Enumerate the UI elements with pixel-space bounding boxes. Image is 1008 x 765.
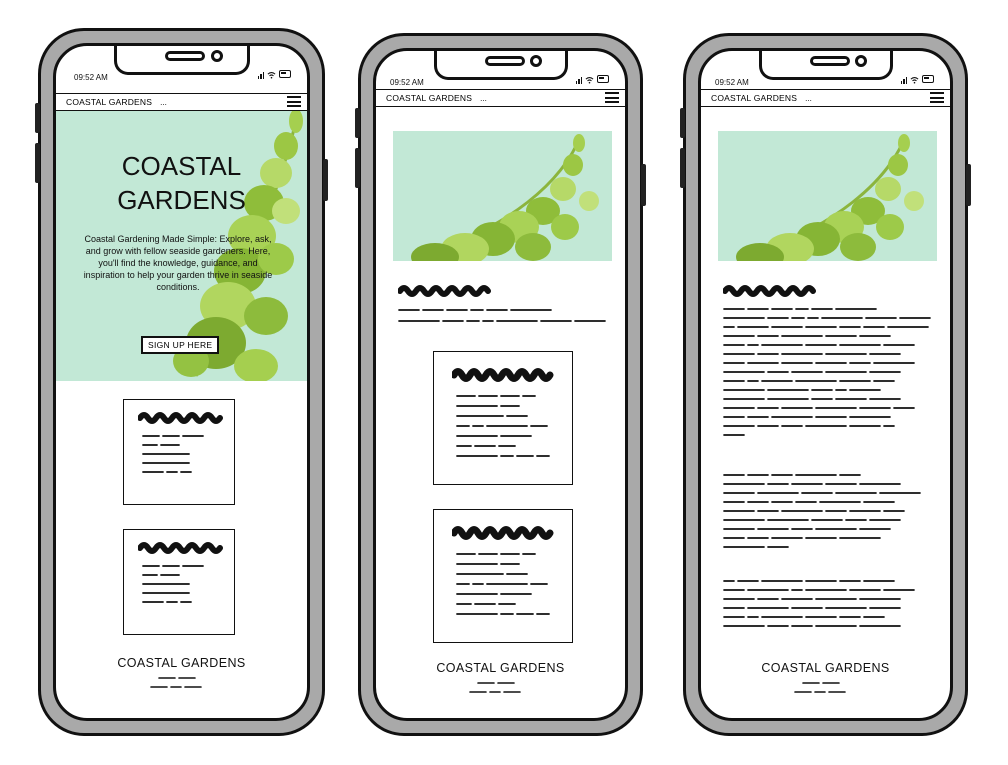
plant-image bbox=[736, 134, 924, 261]
card-text-scribble bbox=[456, 553, 550, 615]
card-heading-scribble bbox=[452, 368, 554, 382]
hero-title: COASTAL GARDENS bbox=[56, 149, 307, 217]
hero-section: COASTAL GARDENS Coastal Gardening Made S… bbox=[56, 111, 307, 381]
status-icons bbox=[257, 70, 291, 79]
hamburger-menu-icon[interactable] bbox=[287, 96, 301, 107]
power-button bbox=[966, 164, 971, 206]
phone-frame-home: 09:52 AM COASTAL GARDENS ... COASTAL GAR… bbox=[35, 28, 328, 736]
card-heading-scribble bbox=[138, 542, 223, 554]
nav-ellipsis: ... bbox=[805, 93, 812, 103]
navbar: COASTAL GARDENS ... bbox=[56, 93, 307, 111]
phone-frame-list: 09:52 AM COASTAL GARDENS ... COASTAL GAR… bbox=[355, 33, 646, 736]
content-card[interactable] bbox=[123, 529, 235, 635]
article-title-scribble bbox=[723, 285, 816, 297]
article-body-scribble-1 bbox=[723, 308, 931, 436]
nav-brand[interactable]: COASTAL GARDENS bbox=[376, 93, 472, 103]
speaker bbox=[165, 51, 205, 61]
hero-title-line-1: COASTAL bbox=[121, 151, 242, 181]
wifi-icon bbox=[910, 76, 919, 84]
signal-icon bbox=[575, 76, 582, 84]
power-button bbox=[641, 164, 646, 206]
screen-article: 09:52 AM COASTAL GARDENS ... COASTAL GAR… bbox=[698, 48, 953, 721]
content-card[interactable] bbox=[433, 509, 573, 643]
notch bbox=[434, 51, 568, 80]
article-body-scribble-2 bbox=[723, 474, 921, 548]
hero-description: Coastal Gardening Made Simple: Explore, … bbox=[83, 234, 273, 292]
status-time: 09:52 AM bbox=[74, 73, 108, 82]
battery-icon bbox=[597, 75, 609, 83]
article-banner bbox=[393, 131, 612, 261]
plant-image bbox=[411, 134, 599, 261]
volume-up-button bbox=[680, 108, 685, 138]
wifi-icon bbox=[267, 71, 276, 79]
volume-down-button bbox=[680, 148, 685, 188]
status-icons bbox=[900, 75, 934, 84]
footer-title: COASTAL GARDENS bbox=[117, 656, 246, 670]
card-text-scribble bbox=[142, 565, 204, 603]
content-card[interactable] bbox=[123, 399, 235, 505]
notch bbox=[759, 51, 893, 80]
battery-icon bbox=[922, 75, 934, 83]
status-icons bbox=[575, 75, 609, 84]
speaker bbox=[485, 56, 525, 66]
navbar: COASTAL GARDENS ... bbox=[376, 89, 625, 107]
card-text-scribble bbox=[456, 395, 550, 457]
volume-down-button bbox=[355, 148, 360, 188]
nav-brand[interactable]: COASTAL GARDENS bbox=[701, 93, 797, 103]
footer-text-scribble bbox=[469, 682, 521, 693]
article-banner bbox=[718, 131, 937, 261]
volume-down-button bbox=[35, 143, 40, 183]
notch bbox=[114, 46, 250, 75]
nav-brand[interactable]: COASTAL GARDENS bbox=[56, 97, 152, 107]
hamburger-menu-icon[interactable] bbox=[605, 92, 619, 103]
article-body-scribble-3 bbox=[723, 580, 915, 627]
status-time: 09:52 AM bbox=[390, 78, 424, 87]
article-summary-scribble bbox=[398, 309, 606, 322]
screen-list: 09:52 AM COASTAL GARDENS ... COASTAL GAR… bbox=[373, 48, 628, 721]
hamburger-menu-icon[interactable] bbox=[930, 92, 944, 103]
signal-icon bbox=[900, 76, 907, 84]
hero-title-line-2: GARDENS bbox=[117, 185, 246, 215]
footer-title: COASTAL GARDENS bbox=[761, 661, 890, 675]
card-text-scribble bbox=[142, 435, 204, 473]
front-camera bbox=[855, 55, 867, 67]
footer-title: COASTAL GARDENS bbox=[436, 661, 565, 675]
volume-up-button bbox=[355, 108, 360, 138]
phone-frame-article: 09:52 AM COASTAL GARDENS ... COASTAL GAR… bbox=[680, 33, 971, 736]
battery-icon bbox=[279, 70, 291, 78]
status-time: 09:52 AM bbox=[715, 78, 749, 87]
signup-button[interactable]: SIGN UP HERE bbox=[141, 336, 220, 354]
speaker bbox=[810, 56, 850, 66]
screen-home: 09:52 AM COASTAL GARDENS ... COASTAL GAR… bbox=[53, 43, 310, 721]
front-camera bbox=[211, 50, 223, 62]
navbar: COASTAL GARDENS ... bbox=[701, 89, 950, 107]
wifi-icon bbox=[585, 76, 594, 84]
nav-ellipsis: ... bbox=[480, 93, 487, 103]
power-button bbox=[323, 159, 328, 201]
nav-ellipsis: ... bbox=[160, 97, 167, 107]
card-heading-scribble bbox=[138, 412, 223, 424]
article-title-scribble bbox=[398, 285, 491, 297]
footer-text-scribble bbox=[150, 677, 202, 688]
volume-up-button bbox=[35, 103, 40, 133]
front-camera bbox=[530, 55, 542, 67]
card-heading-scribble bbox=[452, 526, 554, 540]
signal-icon bbox=[257, 71, 264, 79]
content-card[interactable] bbox=[433, 351, 573, 485]
footer-text-scribble bbox=[794, 682, 846, 693]
